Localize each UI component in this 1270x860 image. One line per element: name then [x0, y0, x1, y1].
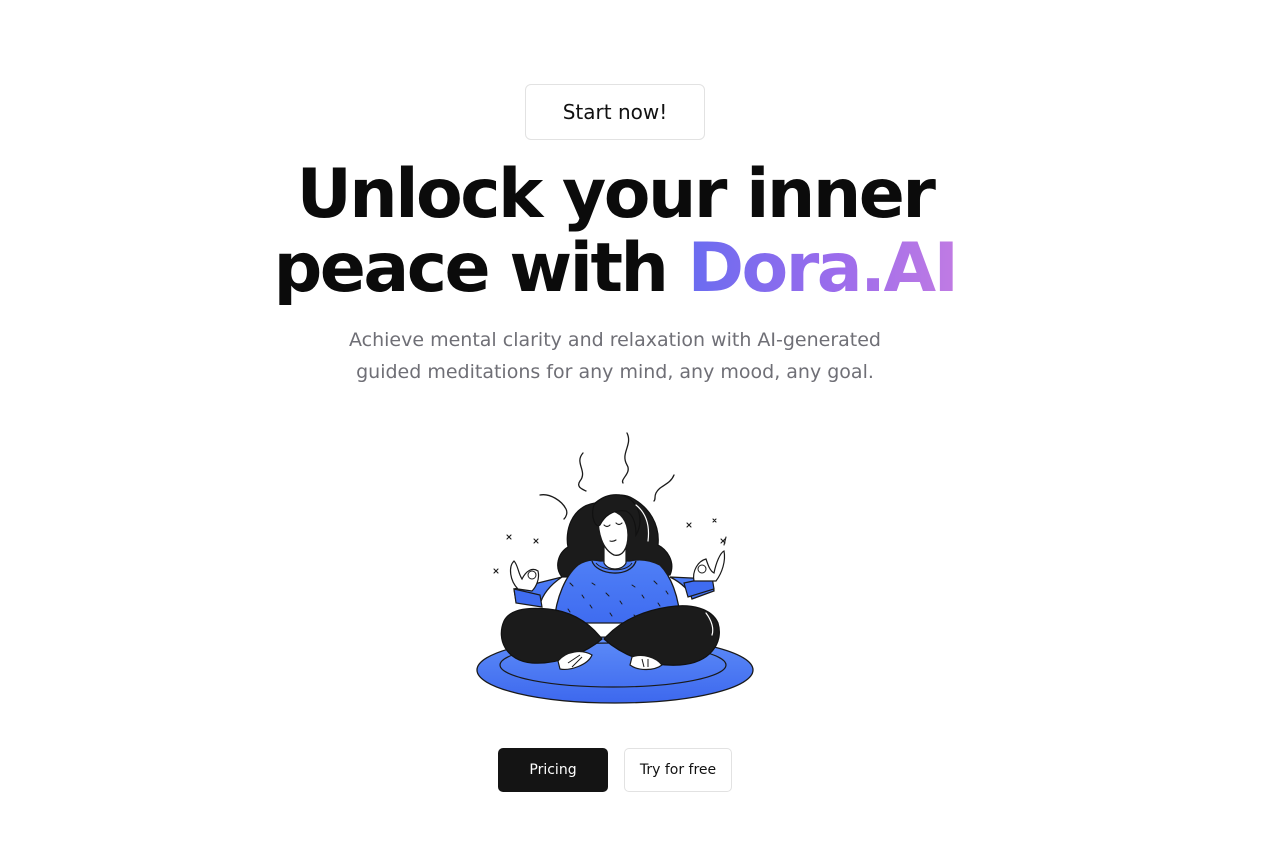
- hero-section: Start now! Unlock your inner peace with …: [0, 0, 1270, 860]
- try-for-free-button[interactable]: Try for free: [624, 748, 732, 792]
- start-now-button[interactable]: Start now!: [525, 84, 705, 140]
- subtitle: Achieve mental clarity and relaxation wi…: [300, 324, 930, 388]
- headline-prefix: peace with: [273, 229, 688, 308]
- headline: Unlock your inner peace with Dora.AI: [0, 158, 1230, 306]
- headline-line-1: Unlock your inner: [296, 155, 936, 234]
- headline-line-2: peace with Dora.AI: [0, 232, 1230, 306]
- brand-name: Dora.AI: [687, 229, 959, 308]
- pricing-button[interactable]: Pricing: [498, 748, 608, 792]
- subtitle-line-2: guided meditations for any mind, any moo…: [356, 361, 874, 383]
- subtitle-line-1: Achieve mental clarity and relaxation wi…: [349, 329, 881, 351]
- meditating-woman-illustration: [470, 425, 760, 710]
